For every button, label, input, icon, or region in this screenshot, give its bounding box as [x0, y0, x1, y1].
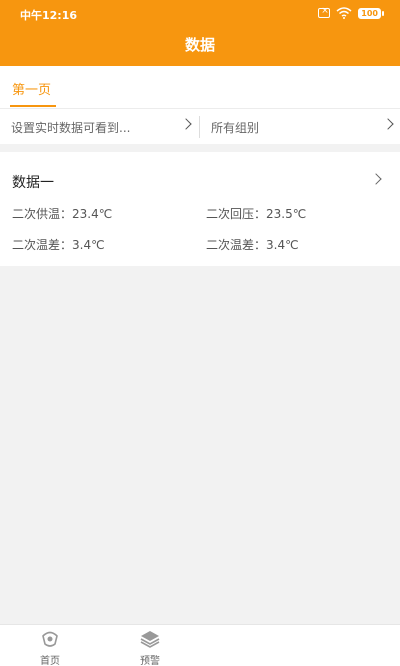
no-sim-icon — [318, 6, 331, 18]
nav-item-home[interactable]: 首页 — [20, 625, 80, 666]
bottom-nav: 首页 预警 — [0, 624, 400, 666]
tab-first-page[interactable]: 第一页 — [12, 79, 51, 98]
chevron-right-icon — [180, 118, 192, 130]
data-card[interactable]: 数据一 二次供温：23.4℃ 二次回压：23.5℃ 二次温差：3.4℃ 二次温差… — [0, 152, 400, 266]
status-bar: 中午12:16 100 — [0, 0, 400, 28]
app-header: 中午12:16 100 数据 — [0, 0, 400, 66]
filter-bar: 设置实时数据可看到... 所有组别 — [0, 108, 400, 144]
battery-level: 100 — [358, 7, 381, 19]
layers-icon — [140, 631, 160, 648]
home-icon — [42, 631, 58, 647]
metric-temp-diff: 二次温差：3.4℃ — [12, 238, 105, 252]
tab-bar: 第一页 — [0, 66, 400, 108]
group-filter[interactable]: 所有组别 — [200, 109, 400, 145]
status-time: 中午12:16 — [20, 9, 78, 22]
nav-label-home: 首页 — [40, 656, 60, 666]
nav-item-alerts[interactable]: 预警 — [120, 625, 180, 666]
metric-return-pressure: 二次回压：23.5℃ — [206, 207, 307, 221]
chevron-right-icon — [382, 118, 394, 130]
group-filter-label: 所有组别 — [211, 121, 260, 135]
tab-active-indicator — [10, 105, 56, 107]
realtime-data-filter-label: 设置实时数据可看到... — [11, 121, 131, 135]
card-title: 数据一 — [12, 175, 54, 191]
realtime-data-filter[interactable]: 设置实时数据可看到... — [0, 109, 199, 145]
page-title: 数据 — [184, 36, 215, 54]
chevron-right-icon — [370, 173, 382, 185]
battery-icon: 100 — [358, 7, 384, 19]
wifi-icon — [336, 7, 352, 19]
metric-temp-diff-2: 二次温差：3.4℃ — [206, 238, 299, 252]
nav-label-alerts: 预警 — [140, 656, 160, 666]
metric-supply-temp: 二次供温：23.4℃ — [12, 207, 113, 221]
status-icons: 100 — [318, 6, 384, 19]
battery-tip — [382, 10, 384, 16]
